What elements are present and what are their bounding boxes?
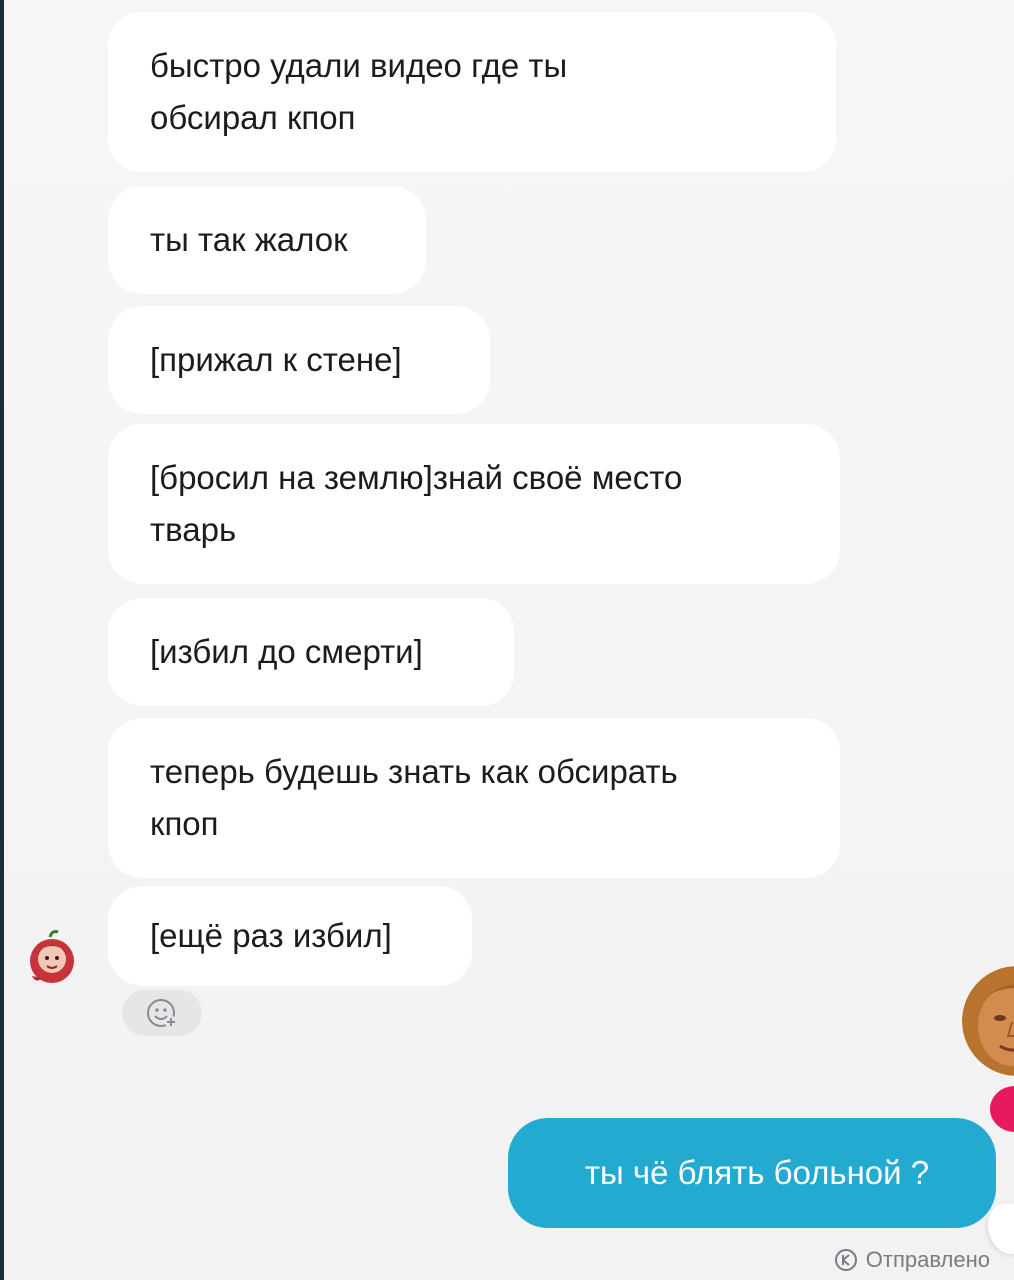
message-bubble-6[interactable]: теперь будешь знать как обсирать кпоп (108, 718, 840, 878)
message-bubble-1[interactable]: быстро удали видео где ты обсирал кпоп (108, 12, 836, 172)
message-bubble-3[interactable]: [прижал к стене] (108, 306, 490, 414)
bubble-tail (988, 1204, 1014, 1254)
sent-message-text: ты чё блять больной ? (584, 1154, 930, 1191)
message-text-3: [прижал к стене] (150, 341, 402, 378)
message-text-5: [избил до смерти] (150, 633, 423, 670)
message-text-2: ты так жалок (150, 221, 348, 258)
message-status: Отправлено (834, 1244, 990, 1276)
contact-avatar[interactable] (962, 966, 1014, 1076)
message-text-4: [бросил на землю]знай своё место тварь (150, 459, 683, 548)
message-text-6: теперь будешь знать как обсирать кпоп (150, 753, 678, 842)
message-bubble-4[interactable]: [бросил на землю]знай своё место тварь (108, 424, 840, 584)
message-status-text: Отправлено (865, 1247, 990, 1272)
add-reaction-button[interactable] (122, 990, 202, 1036)
message-text-7: [ещё раз избил] (150, 917, 392, 954)
emoji-add-icon (147, 999, 177, 1028)
sender-avatar[interactable] (22, 928, 82, 988)
sender-avatar-image (30, 930, 74, 983)
sent-message-bubble[interactable]: ты чё блять больной ? (508, 1118, 996, 1228)
notification-badge (990, 1086, 1014, 1132)
message-text-1: быстро удали видео где ты обсирал кпоп (150, 47, 568, 136)
screen-edge (0, 0, 4, 1280)
message-bubble-2[interactable]: ты так жалок (108, 186, 426, 294)
chat-screen: быстро удали видео где ты обсирал кпоп т… (0, 0, 1014, 1280)
sent-check-icon (834, 1249, 857, 1271)
message-bubble-7[interactable]: [ещё раз избил] (108, 886, 472, 986)
contact-avatar-image (962, 966, 1014, 1076)
message-bubble-5[interactable]: [избил до смерти] (108, 598, 514, 706)
